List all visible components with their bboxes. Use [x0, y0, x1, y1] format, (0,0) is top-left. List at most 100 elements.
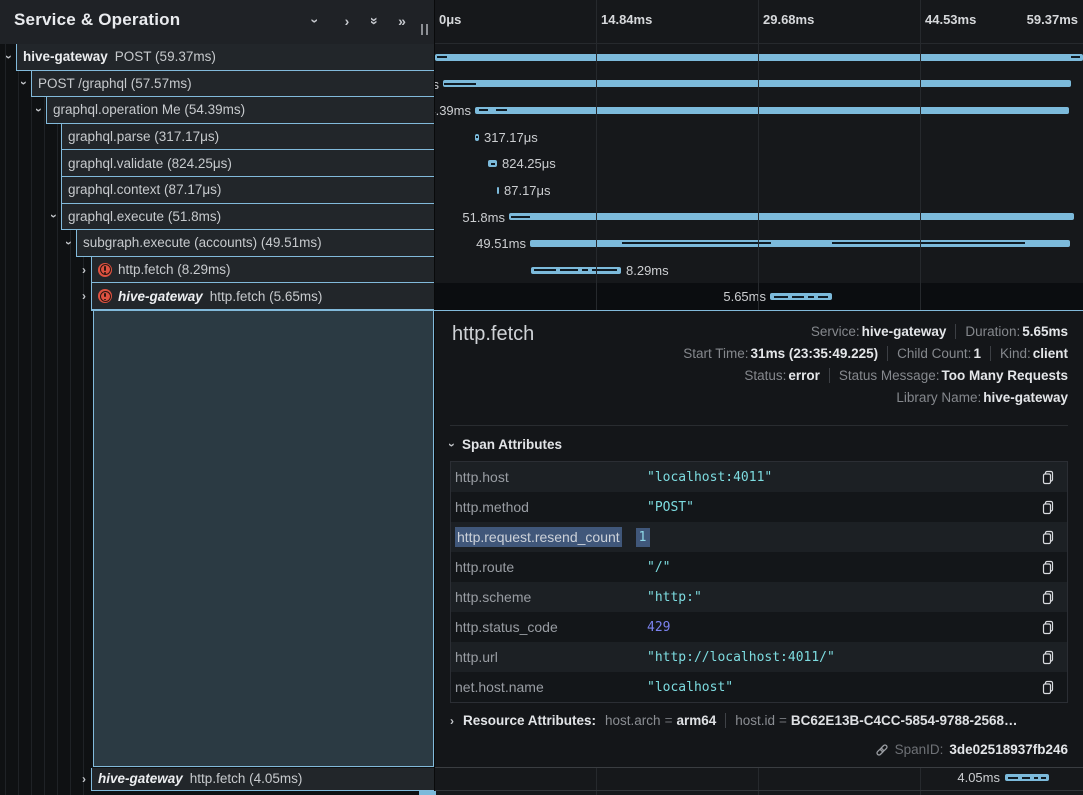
chevron-down-icon: › — [450, 438, 454, 452]
detail-meta-line: Status:error Status Message:Too Many Req… — [744, 365, 1068, 385]
child-count-value: 1 — [973, 346, 981, 361]
timeline-row: 824.25μs — [435, 150, 1083, 177]
expand-all-icon[interactable]: » — [393, 12, 411, 30]
tree-row[interactable]: graphql.context (87.17μs) — [61, 177, 434, 204]
timeline-row: 51.8ms — [435, 204, 1083, 231]
indent-guide — [44, 44, 45, 795]
tree-row[interactable]: › http.fetch (8.29ms) — [91, 257, 434, 284]
span-bar[interactable] — [531, 267, 621, 274]
span-bar[interactable] — [488, 160, 497, 167]
indent-guide — [57, 44, 58, 795]
tree-row[interactable]: › hive-gateway POST (59.37ms) — [16, 44, 434, 71]
copy-icon[interactable] — [1041, 680, 1055, 695]
resource-attributes-row[interactable]: › Resource Attributes: host.arch=arm64 h… — [450, 713, 1018, 728]
attribute-row[interactable]: http.host "localhost:4011" — [451, 462, 1067, 492]
pane-resize-grip[interactable] — [420, 24, 430, 36]
status-value: error — [788, 368, 820, 383]
chevron-down-icon[interactable]: › — [33, 103, 45, 117]
span-attributes-header[interactable]: › Span Attributes — [450, 437, 562, 452]
attribute-row[interactable]: http.route "/" — [451, 552, 1067, 582]
detail-bottom-border — [435, 767, 1083, 768]
duration-label: 51.8ms — [462, 210, 505, 225]
span-bar[interactable] — [770, 293, 832, 300]
attribute-key: http.host — [455, 469, 647, 485]
tree-row[interactable]: › graphql.execute (51.8ms) — [61, 204, 434, 231]
copy-icon[interactable] — [1041, 620, 1055, 635]
pane-split-line[interactable] — [434, 0, 435, 795]
span-service: hive-gateway — [118, 289, 203, 304]
pane-title: Service & Operation — [14, 10, 180, 30]
resource-value: arm64 — [676, 713, 716, 728]
library-value: hive-gateway — [983, 390, 1068, 405]
copy-icon[interactable] — [1041, 500, 1055, 515]
duration-label: 4.05ms — [957, 770, 1000, 785]
duration-label: 317.17μs — [484, 130, 538, 145]
chevron-down-icon[interactable]: › — [3, 50, 15, 64]
collapse-one-icon[interactable]: › — [306, 12, 324, 30]
timeline-row: 54.39ms — [435, 97, 1083, 124]
timeline-row: 8.29ms — [435, 257, 1083, 284]
span-bar[interactable] — [475, 134, 479, 141]
span-operation: http.fetch (8.29ms) — [118, 262, 231, 277]
attribute-value: 429 — [647, 620, 670, 635]
copy-icon[interactable] — [1041, 530, 1055, 545]
expand-one-icon[interactable]: › — [338, 12, 356, 30]
span-attributes-table: http.host "localhost:4011" http.method "… — [450, 461, 1068, 703]
chevron-right-icon[interactable]: › — [78, 772, 90, 786]
link-icon[interactable] — [875, 743, 889, 757]
chevron-right-icon[interactable]: › — [78, 263, 90, 277]
chevron-down-icon[interactable]: › — [63, 236, 75, 250]
copy-icon[interactable] — [1041, 560, 1055, 575]
detail-meta-line: Service:hive-gateway Duration:5.65ms — [811, 321, 1068, 341]
span-bar[interactable] — [435, 54, 1083, 61]
resource-value: BC62E13B-C4CC-5854-9788-2568… — [791, 713, 1018, 728]
span-bar[interactable] — [497, 187, 499, 194]
span-bar[interactable] — [509, 213, 1074, 220]
span-operation: graphql.operation Me (54.39ms) — [53, 102, 245, 117]
timeline-gridline — [758, 0, 759, 310]
tree-row-selected[interactable]: › hive-gateway http.fetch (5.65ms) — [91, 283, 434, 310]
tree-row[interactable]: graphql.parse (317.17μs) — [61, 124, 434, 151]
axis-tick: 29.68ms — [763, 12, 814, 27]
tree-row[interactable]: › hive-gateway http.fetch (4.05ms) — [91, 768, 434, 791]
attribute-row[interactable]: http.scheme "http:" — [451, 582, 1067, 612]
span-operation: POST /graphql (57.57ms) — [38, 76, 192, 91]
span-operation: graphql.validate (824.25μs) — [68, 156, 232, 171]
chevron-down-icon[interactable]: › — [18, 76, 30, 90]
duration-label: 54.39ms — [435, 103, 471, 118]
span-bar[interactable] — [475, 107, 1069, 114]
attribute-row[interactable]: net.host.name "localhost" — [451, 672, 1067, 702]
error-icon — [98, 289, 112, 303]
tree-row[interactable]: › graphql.operation Me (54.39ms) — [46, 97, 434, 124]
span-operation: graphql.context (87.17μs) — [68, 182, 221, 197]
attribute-row-selected[interactable]: http.request.resend_count 1 — [451, 522, 1067, 552]
selected-row-border — [91, 310, 1083, 311]
indent-guide — [31, 44, 32, 795]
span-bar[interactable] — [1005, 774, 1049, 781]
attribute-key: http.request.resend_count — [455, 527, 622, 547]
copy-icon[interactable] — [1041, 650, 1055, 665]
attribute-key: http.scheme — [455, 589, 647, 605]
attribute-row[interactable]: http.url "http://localhost:4011/" — [451, 642, 1067, 672]
attribute-value: 1 — [636, 528, 650, 547]
copy-icon[interactable] — [1041, 470, 1055, 485]
selected-span-backdrop — [93, 311, 434, 767]
span-service: hive-gateway — [23, 49, 108, 64]
copy-icon[interactable] — [1041, 590, 1055, 605]
attribute-row[interactable]: http.status_code 429 — [451, 612, 1067, 642]
tree-row[interactable]: graphql.validate (824.25μs) — [61, 150, 434, 177]
tree-row[interactable]: › subgraph.execute (accounts) (49.51ms) — [76, 230, 434, 257]
span-bar[interactable] — [530, 240, 1070, 247]
detail-meta-line: Library Name:hive-gateway — [896, 387, 1068, 407]
attribute-row[interactable]: http.method "POST" — [451, 492, 1067, 522]
chevron-down-icon[interactable]: › — [48, 209, 60, 223]
chevron-right-icon[interactable]: › — [78, 289, 90, 303]
collapse-all-icon[interactable]: » — [366, 12, 384, 30]
span-bar[interactable] — [443, 80, 1071, 87]
tree-row[interactable]: › POST /graphql (57.57ms) — [31, 71, 434, 98]
duration-label: 824.25μs — [502, 156, 556, 171]
attribute-value: "http://localhost:4011/" — [647, 650, 835, 665]
timeline-row: 49.51ms — [435, 230, 1083, 257]
span-operation: http.fetch (4.05ms) — [190, 771, 303, 786]
axis-tick: 14.84ms — [601, 12, 652, 27]
